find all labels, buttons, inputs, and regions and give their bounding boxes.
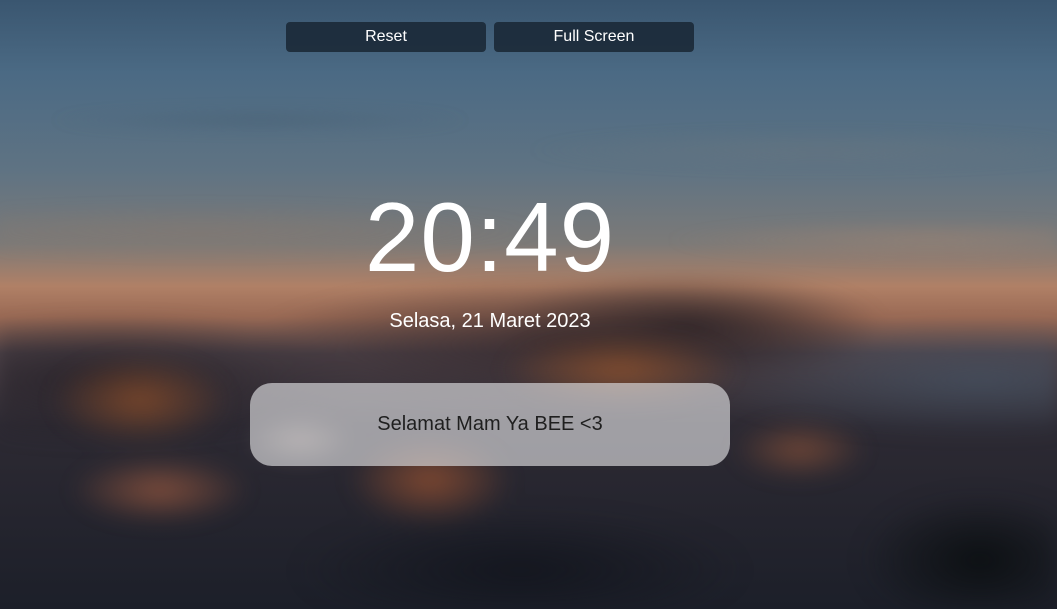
wallpaper-background: Reset Full Screen 20:49 Selasa, 21 Maret… [0,0,1057,609]
reset-button[interactable]: Reset [286,22,486,52]
fullscreen-button[interactable]: Full Screen [494,22,694,52]
clock-time: 20:49 [364,182,616,292]
clock-date: Selasa, 21 Maret 2023 [389,310,591,332]
message-text: Selamat Mam Ya BEE <3 [377,413,603,435]
landscape-glow [0,0,1057,609]
sky-clouds [0,0,1057,609]
message-card: Selamat Mam Ya BEE <3 [250,383,730,466]
mountain-silhouettes [0,0,1057,609]
